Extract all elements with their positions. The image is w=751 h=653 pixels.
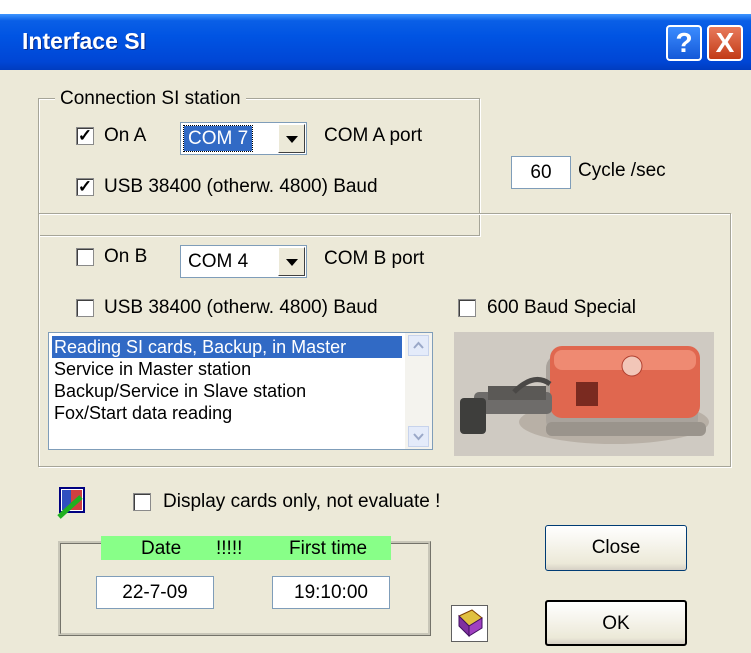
separator-text: !!!!! [216, 538, 243, 559]
scroll-down-button[interactable] [408, 426, 429, 447]
date-header: Date [141, 538, 182, 559]
display-only-label: Display cards only, not evaluate ! [163, 491, 441, 512]
on-b-checkbox[interactable] [76, 248, 94, 266]
on-b-label: On B [104, 246, 148, 267]
cycle-label: Cycle /sec [578, 160, 666, 181]
help-button[interactable]: ? [666, 25, 702, 61]
com-a-dropdown-button[interactable] [278, 124, 305, 153]
usb-b-label: USB 38400 (otherw. 4800) Baud [104, 297, 378, 318]
si-station-photo [454, 332, 714, 456]
close-button[interactable]: Close [545, 525, 687, 571]
list-item[interactable]: Fox/Start data reading [52, 402, 402, 424]
book-icon [458, 609, 483, 638]
title-bar[interactable]: Interface SI ? X [0, 14, 751, 70]
ok-button[interactable]: OK [545, 600, 687, 646]
usb-a-label: USB 38400 (otherw. 4800) Baud [104, 176, 378, 197]
scroll-up-button[interactable] [408, 335, 429, 356]
list-scrollbar[interactable] [405, 333, 432, 449]
help-book-button[interactable] [451, 605, 488, 642]
list-item[interactable]: Reading SI cards, Backup, in Master [52, 336, 402, 358]
station-group-label: Connection SI station [55, 88, 246, 110]
chevron-down-icon [413, 433, 424, 441]
com-b-port-label: COM B port [324, 248, 425, 269]
list-item[interactable]: Backup/Service in Slave station [52, 380, 402, 402]
on-a-label: On A [104, 125, 147, 146]
date-field[interactable]: 22-7-09 [96, 576, 214, 609]
list-item[interactable]: Service in Master station [52, 358, 402, 380]
si-station-device-image [454, 332, 714, 456]
window-close-button[interactable]: X [707, 25, 743, 61]
chevron-down-icon [286, 136, 298, 143]
dialog-client-area: Connection SI station ✓ On A COM 7 COM A… [0, 70, 751, 653]
cards-icon [57, 485, 87, 519]
com-a-port-label: COM A port [324, 125, 423, 146]
usb-b-checkbox[interactable] [76, 299, 94, 317]
baud-600-special-label: 600 Baud Special [487, 297, 636, 318]
on-a-checkbox[interactable]: ✓ [76, 127, 94, 145]
com-b-select[interactable]: COM 4 [180, 245, 307, 278]
window-title: Interface SI [22, 28, 146, 54]
com-b-value: COM 4 [188, 251, 249, 272]
com-a-value: COM 7 [182, 125, 254, 152]
chevron-down-icon [286, 259, 298, 266]
cycle-input[interactable]: 60 [511, 156, 571, 189]
chevron-up-icon [413, 341, 424, 349]
com-b-dropdown-button[interactable] [278, 247, 305, 276]
com-a-select[interactable]: COM 7 [180, 122, 307, 155]
first-time-header: First time [289, 538, 368, 559]
display-only-checkbox[interactable] [133, 493, 151, 511]
time-field[interactable]: 19:10:00 [272, 576, 390, 609]
interface-si-dialog: Interface SI ? X Connection SI station ✓… [0, 14, 751, 653]
baud-600-special-checkbox[interactable] [458, 299, 476, 317]
usb-a-checkbox[interactable]: ✓ [76, 178, 94, 196]
mode-listbox[interactable]: Reading SI cards, Backup, in Master Serv… [48, 332, 433, 450]
